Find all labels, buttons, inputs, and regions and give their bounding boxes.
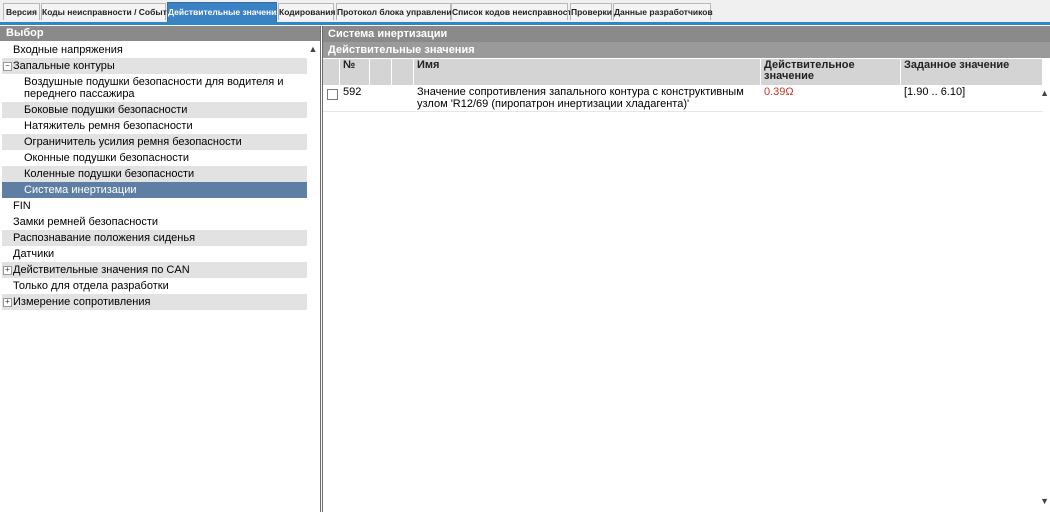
scroll-down-icon[interactable]: ▼ (1040, 496, 1049, 506)
scroll-up-icon[interactable]: ▲ (1040, 88, 1049, 98)
tree-item-label: Распознавание положения сиденья (13, 232, 196, 244)
tree-item-label: Оконные подушки безопасности (24, 152, 189, 164)
tab-developer-data[interactable]: Данные разработчиков (613, 3, 713, 20)
expand-icon[interactable]: + (3, 266, 12, 275)
tree-item-label: Натяжитель ремня безопасности (24, 120, 193, 132)
header-name[interactable]: Имя (414, 59, 761, 85)
header-number[interactable]: № (340, 59, 370, 85)
tab-tests[interactable]: Проверки (570, 3, 612, 20)
header-setpoint-value[interactable]: Заданное значение (901, 59, 1043, 85)
cell-actual-value: 0.39Ω (764, 86, 794, 98)
tree-item-label: Датчики (13, 248, 55, 260)
tree-item-label: Только для отдела разработки (13, 280, 169, 292)
header-blank-2 (392, 59, 414, 85)
tree-item-label: Система инертизации (24, 184, 137, 196)
values-table: № Имя Действительное значение Заданное з… (323, 59, 1043, 112)
tree-item-label: Входные напряжения (13, 44, 123, 56)
tree-item-label: Замки ремней безопасности (13, 216, 159, 228)
tab-bar: Версия Коды неисправности / События Дейс… (0, 0, 1050, 22)
tree-item-development-only[interactable]: Только для отдела разработки (2, 278, 307, 294)
tree-item-label: Действительные значения по CAN (13, 264, 190, 276)
collapse-icon[interactable]: − (3, 62, 12, 71)
scroll-up-icon[interactable]: ▲ (308, 44, 318, 54)
selection-header: Выбор (0, 26, 320, 41)
tree-item-side-airbags[interactable]: Боковые подушки безопасности (2, 102, 307, 118)
tab-underline (0, 22, 1050, 25)
selection-tree: Входные напряжения − Запальные контуры В… (2, 42, 307, 310)
tree-item-resistance-measurement[interactable]: + Измерение сопротивления (2, 294, 307, 310)
header-checkbox-column (323, 59, 340, 85)
tree-item-sensors[interactable]: Датчики (2, 246, 307, 262)
tree-item-seat-belt-buckles[interactable]: Замки ремней безопасности (2, 214, 307, 230)
tree-item-label: Боковые подушки безопасности (24, 104, 188, 116)
tree-item-window-airbags[interactable]: Оконные подушки безопасности (2, 150, 307, 166)
tree-item-belt-force-limiter[interactable]: Ограничитель усилия ремня безопасности (2, 134, 307, 150)
tab-fault-code-list[interactable]: Список кодов неисправности (451, 3, 577, 20)
cell-setpoint-value: [1.90 .. 6.10] (904, 86, 966, 98)
tab-version[interactable]: Версия (3, 3, 40, 20)
cell-name: Значение сопротивления запального контур… (417, 86, 744, 110)
tree-item-label: Воздушные подушки безопасности для водит… (24, 76, 284, 100)
tree-item-label: FIN (13, 200, 31, 212)
row-checkbox-cell (323, 85, 340, 111)
tree-item-ignition-circuits[interactable]: − Запальные контуры (2, 58, 307, 74)
tree-item-label: Ограничитель усилия ремня безопасности (24, 136, 242, 148)
tree-item-belt-tensioner[interactable]: Натяжитель ремня безопасности (2, 118, 307, 134)
tree-item-knee-airbags[interactable]: Коленные подушки безопасности (2, 166, 307, 182)
selection-panel: Выбор ▲ Входные напряжения − Запальные к… (0, 26, 321, 512)
expand-icon[interactable]: + (3, 298, 12, 307)
tree-item-label: Измерение сопротивления (13, 296, 151, 308)
actual-values-panel: Система инертизации Действительные значе… (322, 26, 1050, 512)
table-header: № Имя Действительное значение Заданное з… (323, 59, 1043, 85)
tree-item-driver-passenger-airbags[interactable]: Воздушные подушки безопасности для водит… (2, 74, 307, 102)
tree-item-fin[interactable]: FIN (2, 198, 307, 214)
panel-title: Система инертизации (323, 26, 1050, 42)
header-blank-1 (370, 59, 392, 85)
tree-item-label: Запальные контуры (13, 60, 115, 72)
header-actual-value[interactable]: Действительное значение (761, 59, 901, 85)
panel-subtitle: Действительные значения (323, 42, 1050, 58)
tree-item-seat-position-detection[interactable]: Распознавание положения сиденья (2, 230, 307, 246)
tab-control-unit-log[interactable]: Протокол блока управления (336, 3, 457, 20)
tree-item-input-voltages[interactable]: Входные напряжения (2, 42, 307, 58)
tab-coding[interactable]: Кодирования (278, 3, 335, 20)
cell-number: 592 (343, 86, 362, 98)
tab-actual-values[interactable]: Действительные значения (167, 2, 281, 22)
tree-item-can-actual-values[interactable]: + Действительные значения по CAN (2, 262, 307, 278)
tree-item-inertization-system[interactable]: Система инертизации (2, 182, 307, 198)
tree-item-label: Коленные подушки безопасности (24, 168, 195, 180)
row-checkbox[interactable] (327, 89, 338, 100)
tab-fault-codes-events[interactable]: Коды неисправности / События (41, 3, 177, 20)
table-row[interactable]: 592 Значение сопротивления запального ко… (323, 85, 1043, 112)
